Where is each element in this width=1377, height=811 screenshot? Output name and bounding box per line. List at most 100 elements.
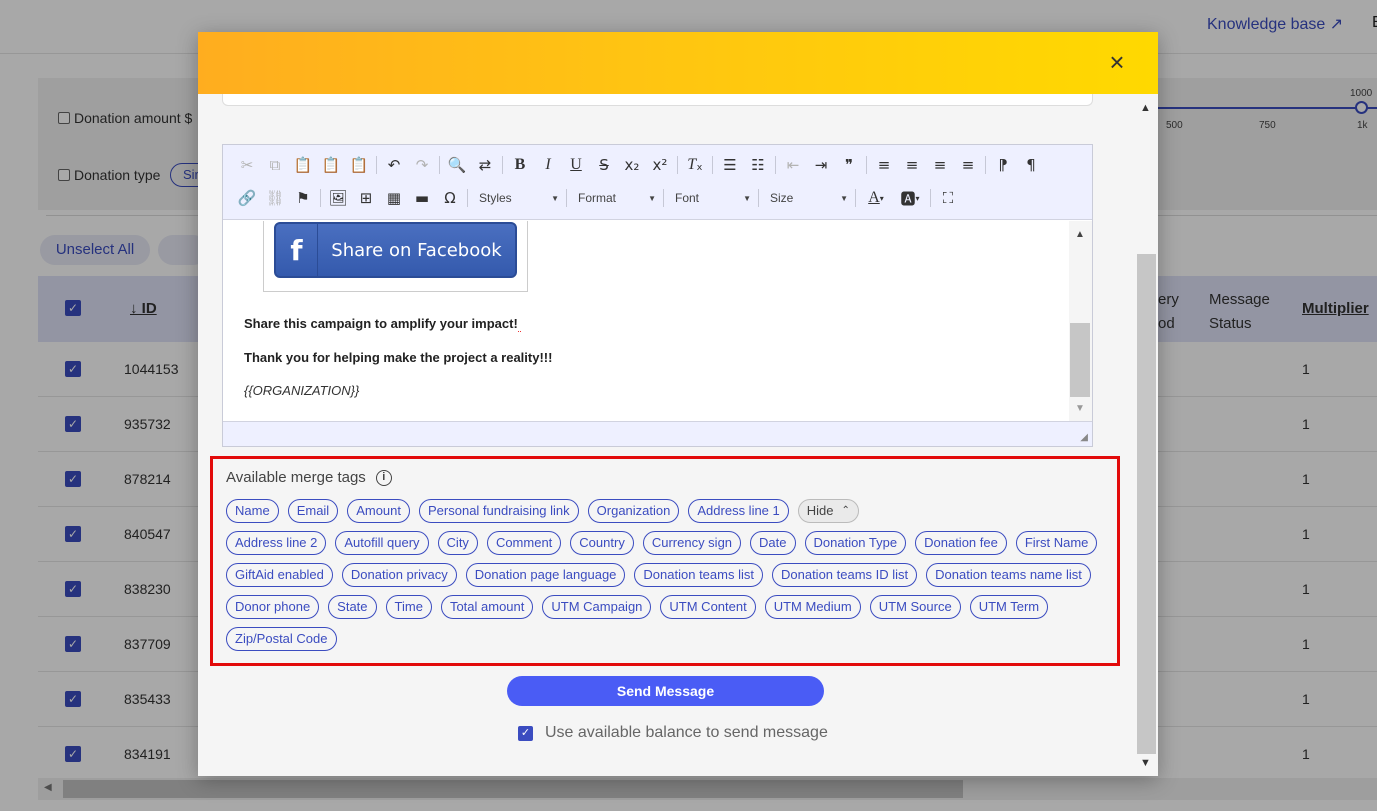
remove-format-icon[interactable]: Tₓ (681, 153, 709, 177)
rtl-direction-icon[interactable]: ¶ (1017, 153, 1045, 177)
merge-tag[interactable]: Address line 2 (226, 531, 327, 555)
merge-tag[interactable]: City (437, 531, 478, 555)
merge-tag[interactable]: Date (750, 531, 796, 555)
superscript-icon[interactable]: x² (646, 153, 674, 177)
merge-tag[interactable]: First Name (1015, 531, 1098, 555)
merge-tag[interactable]: UTM Medium (764, 595, 861, 619)
undo-icon[interactable]: ↶ (380, 153, 408, 177)
hide-tags-button[interactable]: Hide ⌃ (797, 499, 859, 523)
numbered-list-icon[interactable]: ☰ (716, 153, 744, 177)
merge-tag[interactable]: Donation privacy (341, 563, 457, 587)
merge-tag[interactable]: UTM Content (660, 595, 756, 619)
strikethrough-icon[interactable]: S (590, 153, 618, 177)
paste-word-icon[interactable]: 📋 (345, 153, 373, 177)
toolbar-separator (775, 156, 776, 174)
blockquote-icon[interactable]: ❞ (835, 153, 863, 177)
styles-dropdown[interactable]: Styles ▼ (471, 186, 563, 210)
merge-tag[interactable]: Time (385, 595, 432, 619)
toolbar-separator (758, 189, 759, 207)
link-icon[interactable]: 🔗 (233, 186, 261, 210)
merge-tag[interactable]: Total amount (440, 595, 534, 619)
ltr-direction-icon[interactable]: ⁋ (989, 153, 1017, 177)
merge-tag[interactable]: Donor phone (226, 595, 320, 619)
merge-tag[interactable]: Personal fundraising link (419, 499, 579, 523)
align-center-icon[interactable]: ≡ (898, 153, 926, 177)
scroll-down-arrow-icon[interactable]: ▼ (1140, 757, 1151, 769)
align-justify-icon[interactable]: ≡ (954, 153, 982, 177)
merge-tag[interactable]: State (328, 595, 377, 619)
outdent-icon[interactable]: ⇤ (779, 153, 807, 177)
merge-tag[interactable]: GiftAid enabled (226, 563, 333, 587)
resize-handle-icon[interactable]: ◢ (1080, 432, 1088, 443)
merge-tag[interactable]: Donation teams list (634, 563, 763, 587)
bulleted-list-icon[interactable]: ☷ (744, 153, 772, 177)
merge-tags-panel: Available merge tags i Name Email Amount Pe… (210, 456, 1120, 666)
editor-content[interactable]: f Share on Facebook Share this campaign … (223, 221, 1069, 421)
merge-tag[interactable]: Donation fee (915, 531, 1007, 555)
facebook-share-button[interactable]: f Share on Facebook (274, 222, 517, 278)
scroll-down-arrow-icon[interactable]: ▼ (1075, 403, 1085, 414)
copy-icon[interactable]: ⧉ (261, 153, 289, 177)
merge-tag[interactable]: Address line 1 (688, 499, 789, 523)
align-right-icon[interactable]: ≡ (926, 153, 954, 177)
merge-tag[interactable]: Name (226, 499, 279, 523)
merge-tag[interactable]: UTM Term (969, 595, 1049, 619)
merge-tag[interactable]: Comment (486, 531, 562, 555)
table-icon[interactable]: ▦ (380, 186, 408, 210)
toolbar-separator (855, 189, 856, 207)
paste-text-icon[interactable]: 📋 (317, 153, 345, 177)
editor-line-thanks: Thank you for helping make the project a… (244, 350, 553, 365)
unlink-icon[interactable]: ⛓ (261, 186, 289, 210)
find-icon[interactable]: 🔍 (443, 153, 471, 177)
send-message-button[interactable]: Send Message (507, 676, 824, 706)
editor-scrollbar-thumb[interactable] (1070, 323, 1090, 397)
scroll-up-arrow-icon[interactable]: ▲ (1075, 229, 1085, 240)
horizontal-rule-icon[interactable]: ▬ (408, 186, 436, 210)
text-color-icon[interactable]: A ▾ (859, 186, 893, 210)
merge-tags-title: Available merge tags (226, 469, 366, 486)
merge-tag[interactable]: Organization (587, 499, 680, 523)
insert-block-icon[interactable]: ⊞ (352, 186, 380, 210)
facebook-share-image[interactable]: f Share on Facebook (263, 221, 528, 292)
special-char-icon[interactable]: Ω (436, 186, 464, 210)
maximize-icon[interactable]: ⛶ (934, 186, 962, 210)
subscript-icon[interactable]: x₂ (618, 153, 646, 177)
editor-line-share: Share this campaign to amplify your impa… (244, 316, 522, 332)
modal-scrollbar[interactable]: ▲ ▼ (1135, 94, 1158, 776)
merge-tag[interactable]: UTM Campaign (542, 595, 652, 619)
format-dropdown[interactable]: Format ▼ (570, 186, 660, 210)
merge-tag[interactable]: Currency sign (642, 531, 742, 555)
merge-tag[interactable]: Donation Type (804, 531, 907, 555)
align-left-icon[interactable]: ≡ (870, 153, 898, 177)
redo-icon[interactable]: ↷ (408, 153, 436, 177)
merge-tag[interactable]: Country (570, 531, 634, 555)
replace-icon[interactable]: ⇄ (471, 153, 499, 177)
merge-tag[interactable]: Amount (347, 499, 411, 523)
merge-tag[interactable]: UTM Source (869, 595, 961, 619)
background-color-icon[interactable]: 🅰 ▾ (893, 186, 927, 210)
merge-tag[interactable]: Email (287, 499, 339, 523)
merge-tag[interactable]: Zip/Postal Code (226, 627, 337, 651)
merge-tag[interactable]: Donation teams ID list (771, 563, 918, 587)
modal-scrollbar-thumb[interactable] (1137, 254, 1156, 754)
italic-icon[interactable]: I (534, 153, 562, 177)
scroll-up-arrow-icon[interactable]: ▲ (1140, 102, 1151, 114)
underline-icon[interactable]: U (562, 153, 590, 177)
info-icon[interactable]: i (375, 469, 392, 486)
bold-icon[interactable]: B (506, 153, 534, 177)
use-balance-checkbox[interactable]: ✓ (518, 725, 533, 741)
paste-icon[interactable]: 📋 (289, 153, 317, 177)
indent-icon[interactable]: ⇥ (807, 153, 835, 177)
font-dropdown[interactable]: Font ▼ (667, 186, 755, 210)
merge-tag[interactable]: Autofill query (335, 531, 429, 555)
merge-tag[interactable]: Donation page language (465, 563, 626, 587)
anchor-flag-icon[interactable]: ⚑ (289, 186, 317, 210)
close-icon[interactable]: × (1104, 49, 1130, 76)
use-balance-option[interactable]: ✓ Use available balance to send message (518, 724, 828, 742)
size-dropdown[interactable]: Size ▼ (762, 186, 852, 210)
previous-field[interactable] (222, 94, 1093, 106)
cut-icon[interactable]: ✂ (233, 153, 261, 177)
merge-tag[interactable]: Donation teams name list (926, 563, 1091, 587)
image-icon[interactable]: 🖼 (324, 186, 352, 210)
editor-scrollbar[interactable]: ▲ ▼ (1069, 221, 1092, 421)
